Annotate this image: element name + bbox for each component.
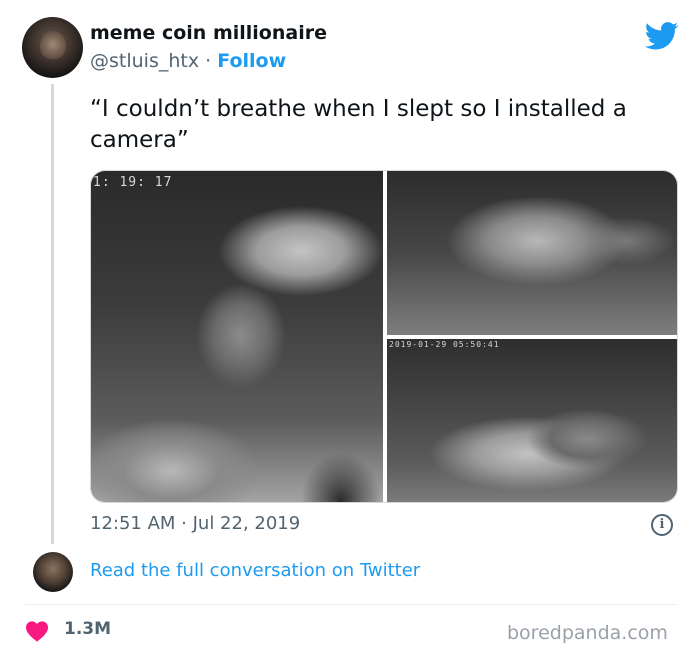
site-watermark: boredpanda.com bbox=[507, 622, 668, 644]
media-grid: 1: 19: 17 2019-01-29 05:50:41 bbox=[90, 170, 678, 503]
author-display-name[interactable]: meme coin millionaire bbox=[90, 22, 327, 44]
reply-avatar[interactable] bbox=[33, 552, 73, 592]
divider bbox=[25, 604, 677, 605]
author-handle-row: @stluis_htx · Follow bbox=[90, 50, 286, 72]
follow-button[interactable]: Follow bbox=[217, 50, 286, 72]
author-handle[interactable]: @stluis_htx bbox=[90, 50, 199, 72]
photo-cat-on-head[interactable]: 2019-01-29 05:50:41 bbox=[387, 339, 677, 502]
twitter-bird-icon[interactable] bbox=[645, 22, 679, 50]
photo-cat-on-face[interactable]: 1: 19: 17 bbox=[91, 171, 383, 502]
read-full-conversation-link[interactable]: Read the full conversation on Twitter bbox=[90, 560, 420, 581]
tweet-text: “I couldn’t breathe when I slept so I in… bbox=[90, 96, 627, 153]
camera-timestamp: 2019-01-29 05:50:41 bbox=[389, 340, 500, 349]
info-icon[interactable]: i bbox=[651, 514, 673, 536]
thread-line bbox=[51, 84, 54, 544]
heart-icon[interactable] bbox=[25, 620, 49, 642]
like-count: 1.3M bbox=[64, 619, 112, 639]
tweet-card: meme coin millionaire @stluis_htx · Foll… bbox=[0, 0, 700, 656]
camera-timestamp: 1: 19: 17 bbox=[93, 175, 173, 190]
tweet-timestamp[interactable]: 12:51 AM · Jul 22, 2019 bbox=[90, 513, 300, 534]
author-avatar[interactable] bbox=[22, 17, 83, 78]
photo-cat-on-man[interactable] bbox=[387, 171, 677, 335]
handle-separator: · bbox=[205, 50, 212, 72]
